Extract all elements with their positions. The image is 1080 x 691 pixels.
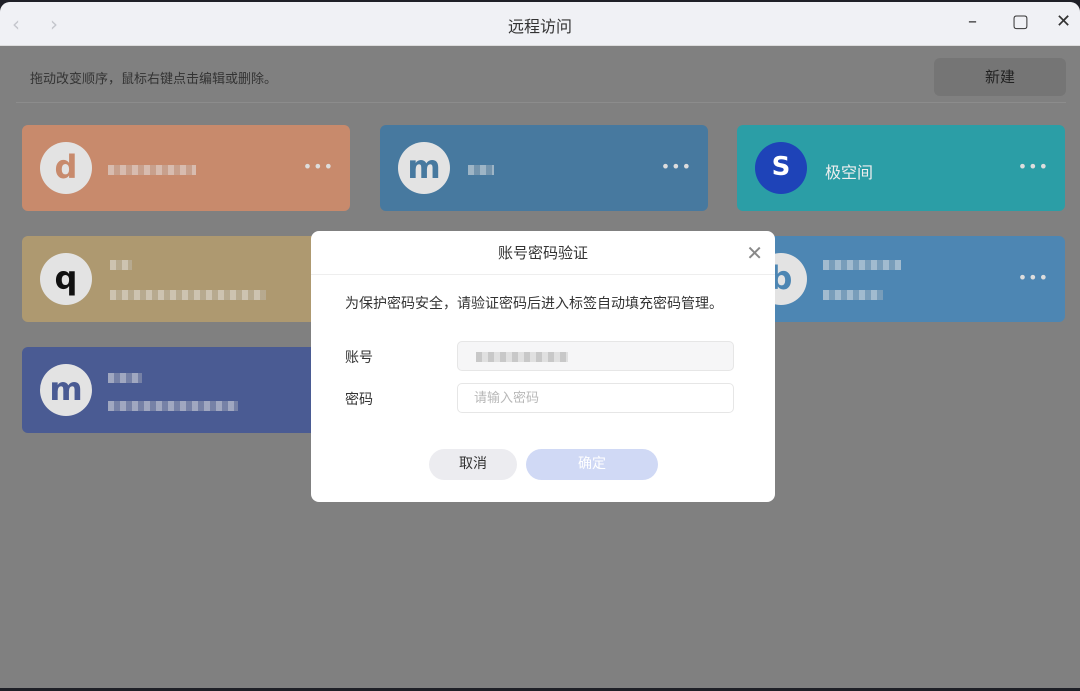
more-icon[interactable]: ••• xyxy=(1018,268,1049,287)
more-icon[interactable]: ••• xyxy=(661,157,692,176)
new-button[interactable]: 新建 xyxy=(934,58,1066,96)
remote-card[interactable]: b ••• xyxy=(737,236,1065,322)
avatar: m xyxy=(398,142,450,194)
account-field[interactable] xyxy=(457,341,734,371)
avatar: m xyxy=(40,364,92,416)
redacted-address xyxy=(108,401,238,411)
redacted-name xyxy=(468,165,494,175)
remote-card[interactable]: m xyxy=(22,347,350,433)
redacted-account xyxy=(476,352,568,362)
dialog-header: 账号密码验证 ✕ xyxy=(311,231,775,275)
divider xyxy=(16,102,1066,103)
avatar: d xyxy=(40,142,92,194)
confirm-button[interactable]: 确定 xyxy=(526,449,658,480)
redacted-address xyxy=(823,290,883,300)
title-bar: ‹ › 远程访问 – ▢ ✕ xyxy=(0,2,1080,46)
remote-card[interactable]: d ••• xyxy=(22,125,350,211)
hint-text: 拖动改变顺序，鼠标右键点击编辑或删除。 xyxy=(30,72,278,87)
redacted-name xyxy=(823,260,901,270)
redacted-address xyxy=(110,290,266,300)
dialog-description: 为保护密码安全，请验证密码后进入标签自动填充密码管理。 xyxy=(345,296,723,312)
maximize-icon[interactable]: ▢ xyxy=(1012,11,1029,32)
close-icon[interactable]: ✕ xyxy=(746,231,763,275)
zspace-logo-icon: S xyxy=(755,142,807,194)
window-title: 远程访问 xyxy=(507,17,572,36)
remote-card[interactable]: S 极空间 ••• xyxy=(737,125,1065,211)
avatar: q xyxy=(40,253,92,305)
cancel-button[interactable]: 取消 xyxy=(429,449,517,480)
account-verify-dialog: 账号密码验证 ✕ 为保护密码安全，请验证密码后进入标签自动填充密码管理。 账号 … xyxy=(311,231,775,502)
minimize-icon[interactable]: – xyxy=(968,11,977,32)
remote-card[interactable]: m ••• xyxy=(380,125,708,211)
redacted-name xyxy=(108,373,142,383)
redacted-name xyxy=(108,165,196,175)
card-name: 极空间 xyxy=(825,163,874,182)
remote-card[interactable]: q xyxy=(22,236,350,322)
close-window-icon[interactable]: ✕ xyxy=(1056,11,1071,32)
dialog-title: 账号密码验证 xyxy=(497,244,588,262)
account-label: 账号 xyxy=(345,350,373,366)
password-label: 密码 xyxy=(345,392,373,408)
more-icon[interactable]: ••• xyxy=(303,157,334,176)
more-icon[interactable]: ••• xyxy=(1018,157,1049,176)
redacted-name xyxy=(110,260,132,270)
password-input[interactable] xyxy=(457,383,734,413)
